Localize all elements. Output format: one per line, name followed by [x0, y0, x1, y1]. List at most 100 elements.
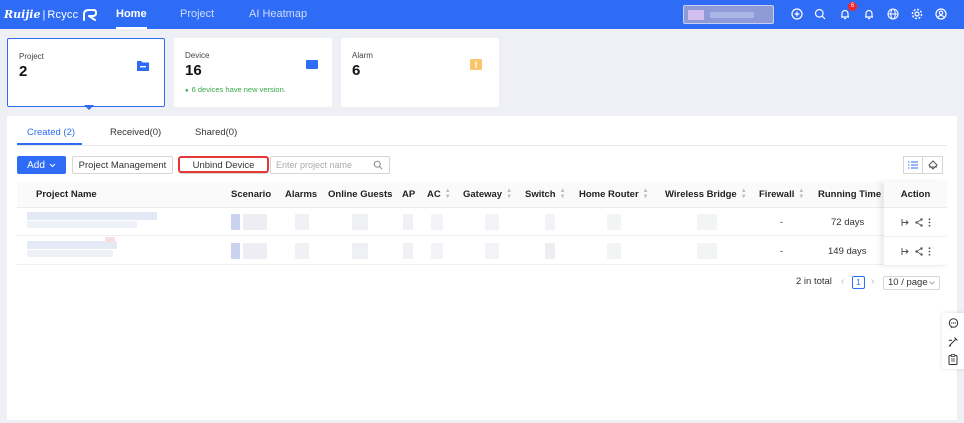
share-icon[interactable]: [914, 246, 923, 256]
project-search-box[interactable]: [270, 156, 390, 174]
wireless-bridge-redacted: [697, 243, 717, 259]
nav-tab-home[interactable]: Home: [116, 0, 147, 29]
page-size-select[interactable]: 10 / page: [883, 276, 940, 290]
add-button-label: Add: [27, 159, 45, 171]
column-online-guests[interactable]: Online Guests: [328, 182, 392, 208]
running-time-value: 72 days: [831, 217, 865, 228]
next-page-icon[interactable]: ›: [871, 276, 874, 287]
list-view-icon[interactable]: [903, 156, 923, 174]
project-management-button[interactable]: Project Management: [72, 156, 173, 174]
nav-tab-ai-heatmap[interactable]: AI Heatmap: [249, 0, 307, 29]
brand-separator: |: [42, 8, 46, 21]
active-card-pointer: [84, 105, 94, 110]
account-switcher[interactable]: [683, 5, 774, 24]
column-switch-label: Switch: [525, 189, 556, 200]
gateway-redacted: [485, 214, 499, 230]
table-row[interactable]: - 72 days: [17, 208, 947, 236]
alert-bell-icon[interactable]: [862, 7, 876, 21]
device-icon: [306, 60, 318, 69]
column-alarms[interactable]: Alarms: [285, 182, 317, 208]
brand-rcycc: Rcycc: [47, 8, 79, 21]
chevron-down-icon: [929, 281, 935, 285]
brand-logo[interactable]: Ruijie | Rcycc: [4, 5, 98, 24]
column-wireless-bridge[interactable]: Wireless Bridge ▲ ▼: [665, 182, 747, 208]
pagination-current-page[interactable]: 1: [852, 276, 865, 289]
alarm-card-value: 6: [352, 62, 361, 79]
tab-shared[interactable]: Shared(0): [195, 127, 237, 138]
device-card-label: Device: [185, 51, 210, 60]
firewall-value: -: [780, 246, 784, 257]
search-icon[interactable]: [813, 7, 827, 21]
floating-tool-bar: [942, 313, 964, 369]
column-running-time[interactable]: Running Time: [818, 182, 881, 208]
globe-icon[interactable]: [886, 7, 900, 21]
sort-icon[interactable]: ▲ ▼: [560, 188, 566, 200]
ap-redacted: [403, 214, 413, 230]
project-name-redacted[interactable]: [27, 241, 117, 249]
prev-page-icon[interactable]: ‹: [841, 276, 844, 287]
column-home-router-label: Home Router: [579, 189, 639, 200]
project-name-redacted[interactable]: [27, 212, 157, 220]
enter-project-icon[interactable]: [901, 247, 910, 256]
device-version-note[interactable]: 6 devices have new version.: [185, 85, 286, 94]
column-firewall[interactable]: Firewall ▲ ▼: [759, 182, 804, 208]
home-router-redacted: [607, 243, 621, 259]
column-firewall-label: Firewall: [759, 189, 795, 200]
alarm-card[interactable]: Alarm 6: [341, 38, 499, 107]
page-size-value: 10 / page: [888, 277, 928, 288]
sort-icon[interactable]: ▲ ▼: [741, 188, 747, 200]
scenario-redacted: [243, 243, 267, 259]
column-scenario[interactable]: Scenario: [231, 182, 271, 208]
feedback-icon[interactable]: [947, 335, 959, 347]
more-icon[interactable]: [928, 246, 931, 256]
project-card[interactable]: Project 2: [7, 38, 165, 107]
column-gateway[interactable]: Gateway ▲ ▼: [463, 182, 512, 208]
nav-tab-project[interactable]: Project: [180, 0, 214, 29]
device-card[interactable]: Device 16 6 devices have new version.: [174, 38, 332, 107]
add-circle-icon[interactable]: [790, 7, 804, 21]
column-home-router[interactable]: Home Router ▲ ▼: [579, 182, 649, 208]
online-guests-redacted: [352, 214, 368, 230]
sort-icon[interactable]: ▲ ▼: [506, 188, 512, 200]
project-card-value: 2: [19, 63, 28, 80]
user-icon[interactable]: [934, 7, 948, 21]
row-actions: [884, 208, 947, 237]
device-card-value: 16: [185, 62, 202, 79]
view-toggle: [903, 156, 943, 174]
brand-ruijie: Ruijie: [4, 8, 41, 21]
column-ac[interactable]: AC ▲ ▼: [427, 182, 451, 208]
firewall-value: -: [780, 217, 784, 228]
table-row[interactable]: - 149 days: [17, 237, 947, 265]
column-gateway-label: Gateway: [463, 189, 503, 200]
tab-created[interactable]: Created (2): [27, 127, 75, 138]
clipboard-icon[interactable]: [947, 353, 959, 365]
column-switch[interactable]: Switch ▲ ▼: [525, 182, 566, 208]
map-view-icon[interactable]: [923, 156, 943, 174]
action-column: Action: [884, 182, 947, 266]
column-project-name[interactable]: Project Name: [36, 182, 97, 208]
project-name-redacted: [105, 237, 115, 242]
project-name-redacted: [27, 250, 113, 257]
column-action: Action: [884, 182, 947, 208]
column-wireless-bridge-label: Wireless Bridge: [665, 189, 737, 200]
share-icon[interactable]: [914, 217, 923, 227]
project-search-input[interactable]: [276, 159, 371, 171]
ac-redacted: [431, 214, 443, 230]
enter-project-icon[interactable]: [901, 218, 910, 227]
brand-mark-icon: [83, 8, 98, 21]
sort-icon[interactable]: ▲ ▼: [798, 188, 804, 200]
search-icon[interactable]: [373, 160, 383, 170]
sort-icon[interactable]: ▲ ▼: [445, 188, 451, 200]
more-icon[interactable]: [928, 217, 931, 227]
alarms-redacted: [295, 243, 309, 259]
settings-icon[interactable]: [910, 7, 924, 21]
chevron-down-icon: [49, 163, 56, 167]
unbind-device-button[interactable]: Unbind Device: [179, 156, 268, 174]
alarm-card-label: Alarm: [352, 51, 373, 60]
add-button[interactable]: Add: [17, 156, 66, 174]
tab-received[interactable]: Received(0): [110, 127, 161, 138]
sort-icon[interactable]: ▲ ▼: [643, 188, 649, 200]
alarms-redacted: [295, 214, 309, 230]
chat-icon[interactable]: [947, 317, 959, 329]
column-ap[interactable]: AP: [402, 182, 415, 208]
